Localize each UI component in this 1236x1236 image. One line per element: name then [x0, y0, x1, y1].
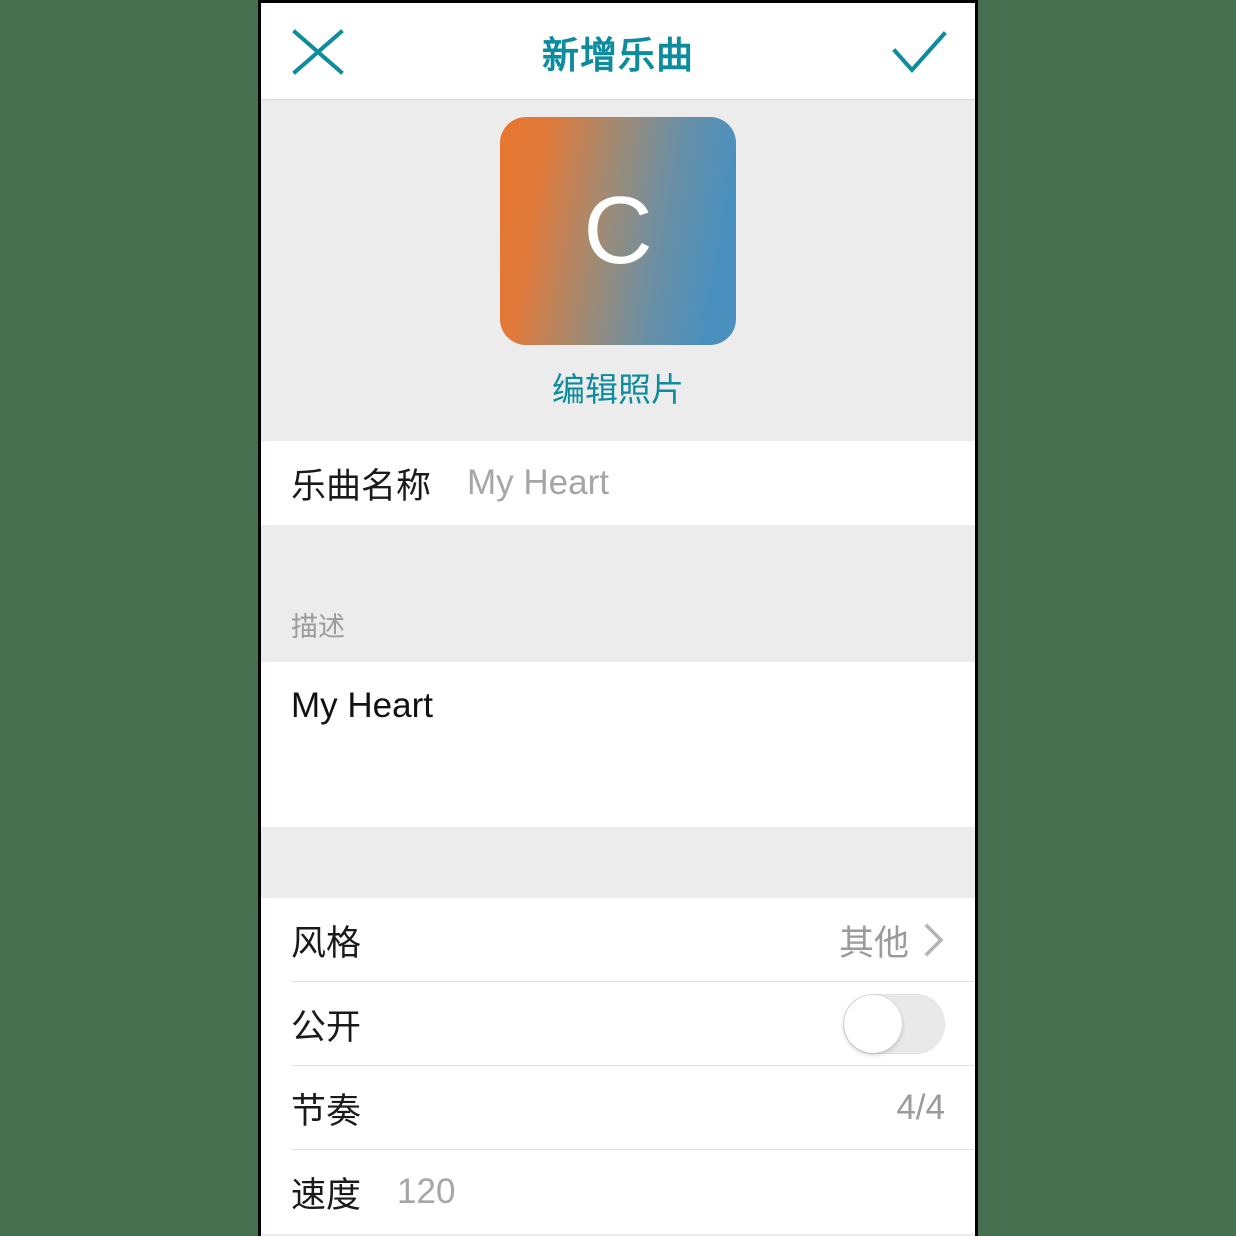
- chevron-right-icon: [923, 922, 945, 958]
- tempo-label: 速度: [291, 1175, 362, 1215]
- tempo-input[interactable]: 120: [397, 1172, 945, 1212]
- phone-screen: 新增乐曲 C 编辑照片 乐曲名称 My Heart 描述 My Heart 风格…: [258, 0, 978, 1236]
- navigation-bar: 新增乐曲: [261, 3, 975, 100]
- tempo-row[interactable]: 速度 120: [261, 1150, 975, 1234]
- time-signature-label: 节奏: [291, 1091, 362, 1131]
- public-toggle[interactable]: [843, 994, 945, 1054]
- description-label: 描述: [291, 612, 345, 642]
- song-name-row[interactable]: 乐曲名称 My Heart: [261, 441, 975, 525]
- artwork-section: C 编辑照片: [261, 100, 975, 441]
- style-value: 其他: [838, 923, 909, 963]
- checkmark-icon: [887, 23, 949, 81]
- description-input[interactable]: My Heart: [261, 662, 975, 827]
- album-artwork[interactable]: C: [500, 117, 736, 345]
- section-gap: [261, 827, 975, 898]
- description-section-header: 描述: [261, 525, 975, 662]
- song-name-input[interactable]: My Heart: [467, 463, 945, 503]
- toggle-knob: [844, 995, 902, 1053]
- public-label: 公开: [291, 1007, 362, 1047]
- song-name-label: 乐曲名称: [291, 466, 432, 506]
- confirm-button[interactable]: [887, 23, 949, 81]
- time-signature-value: 4/4: [896, 1088, 945, 1127]
- description-value: My Heart: [291, 686, 433, 725]
- time-signature-row[interactable]: 节奏 4/4: [261, 1066, 975, 1150]
- edit-photo-button[interactable]: 编辑照片: [552, 363, 684, 411]
- style-row[interactable]: 风格 其他: [261, 898, 975, 982]
- page-title: 新增乐曲: [542, 35, 694, 76]
- artwork-letter: C: [583, 177, 653, 284]
- public-row[interactable]: 公开: [261, 982, 975, 1066]
- style-label: 风格: [291, 923, 362, 963]
